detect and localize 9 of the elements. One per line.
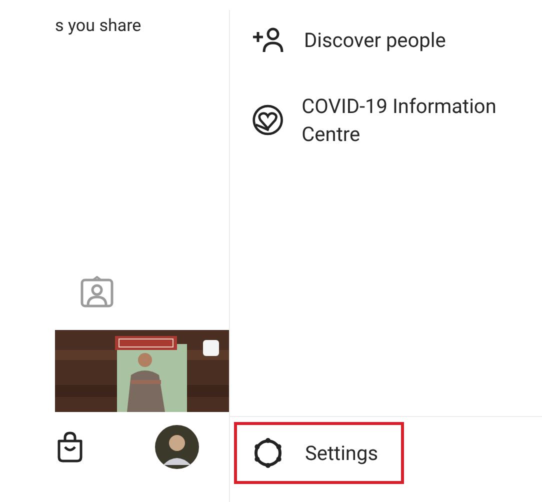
avatar[interactable] (155, 425, 199, 469)
caption-text: s you share (55, 16, 142, 36)
tagged-person-icon[interactable] (80, 276, 114, 308)
menu-item[interactable]: COVID-19 Information Centre (230, 84, 542, 156)
menu-item[interactable]: Discover people (230, 18, 542, 62)
shop-icon[interactable] (55, 431, 85, 463)
settings-item[interactable]: Settings (234, 422, 404, 484)
heart-circle-icon (252, 103, 284, 137)
add-person-icon (252, 27, 286, 53)
